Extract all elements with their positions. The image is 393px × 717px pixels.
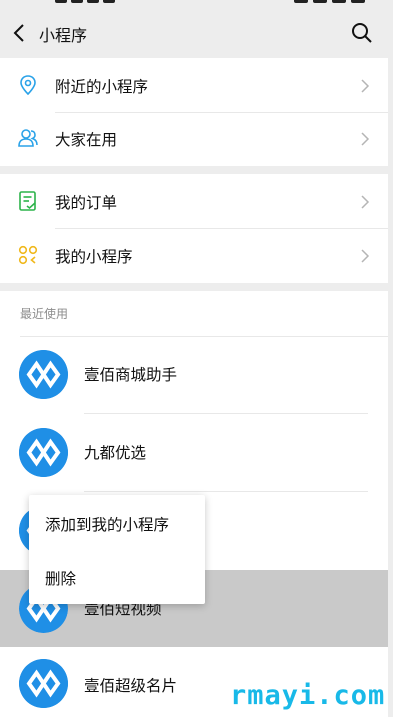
row-popular[interactable]: 大家在用 bbox=[0, 111, 388, 166]
menu-item-add-to-my-miniprograms[interactable]: 添加到我的小程序 bbox=[45, 513, 169, 535]
top-nav-bar: 小程序 bbox=[0, 8, 393, 58]
row-my-orders[interactable]: 我的订单 bbox=[0, 174, 388, 229]
row-label: 我的小程序 bbox=[55, 248, 133, 266]
section-label-recent: 最近使用 bbox=[20, 307, 69, 321]
page-title: 小程序 bbox=[39, 26, 88, 45]
right-edge bbox=[388, 58, 393, 717]
app-logo-icon bbox=[19, 350, 68, 399]
menu-item-delete[interactable]: 删除 bbox=[45, 567, 76, 589]
context-menu: 添加到我的小程序 删除 bbox=[29, 495, 205, 604]
discover-card: 附近的小程序 大家在用 bbox=[0, 58, 388, 166]
search-icon[interactable] bbox=[351, 22, 373, 44]
users-icon bbox=[18, 129, 38, 147]
row-label: 附近的小程序 bbox=[55, 78, 149, 96]
orders-icon bbox=[19, 191, 36, 211]
recent-app-item[interactable]: 九都优选 bbox=[0, 414, 388, 492]
chevron-right-icon bbox=[361, 79, 370, 93]
app-name: 九都优选 bbox=[84, 444, 147, 462]
app-name: 壹佰超级名片 bbox=[84, 677, 178, 695]
app-name: 壹佰商城助手 bbox=[84, 366, 178, 384]
chevron-right-icon bbox=[361, 249, 370, 263]
row-label: 大家在用 bbox=[55, 131, 118, 149]
watermark: rmayi.com bbox=[230, 680, 386, 711]
status-bar bbox=[0, 0, 393, 8]
back-arrow-icon[interactable] bbox=[12, 23, 28, 43]
chevron-right-icon bbox=[361, 132, 370, 146]
row-my-miniprograms[interactable]: 我的小程序 bbox=[0, 228, 388, 283]
recent-app-item[interactable]: 壹佰商城助手 bbox=[0, 336, 388, 414]
row-label: 我的订单 bbox=[55, 194, 118, 212]
my-card: 我的订单 我的小程序 bbox=[0, 174, 388, 283]
miniprogram-grid-icon bbox=[18, 245, 38, 265]
app-logo-icon bbox=[19, 428, 68, 477]
app-logo-icon bbox=[19, 659, 68, 708]
chevron-right-icon bbox=[361, 195, 370, 209]
location-pin-icon bbox=[20, 75, 36, 96]
row-nearby-miniprograms[interactable]: 附近的小程序 bbox=[0, 58, 388, 113]
